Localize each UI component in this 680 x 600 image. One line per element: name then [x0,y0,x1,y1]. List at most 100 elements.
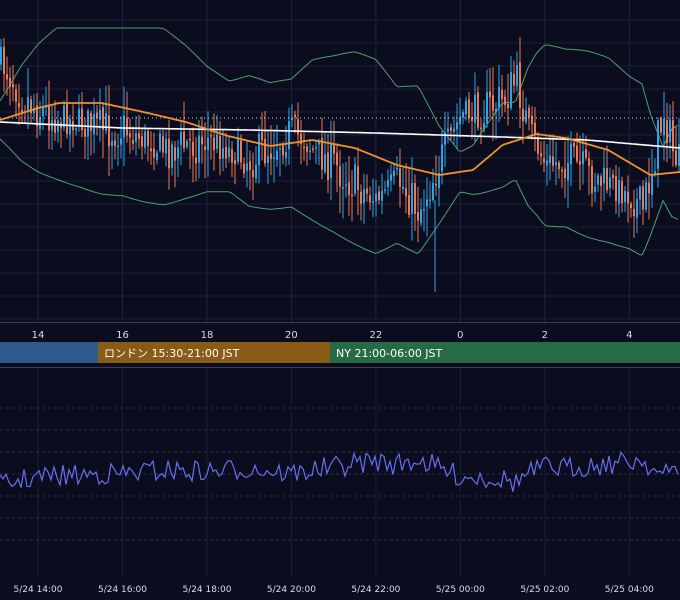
candle-body [630,203,632,209]
candle-body [495,108,497,113]
candles [0,36,680,292]
candle-body [129,133,131,138]
candle-body [507,103,509,108]
candle-body [603,167,605,184]
candle-body [78,108,80,126]
candle-body [366,188,368,194]
candle-body [492,95,494,111]
candle-body [171,144,173,168]
candle-body [477,92,479,128]
candle-body [384,189,386,191]
candle-body [255,164,257,179]
session-segment [0,342,98,363]
candle-body [297,119,299,135]
session-label: NY 21:00-06:00 JST [336,347,443,360]
candle-body [504,96,506,105]
candle-body [399,168,401,187]
chart-stage: 14 16 18 20 22 0 2 4 ロンドン 15:30-21:00 JST NY 21:… [0,0,680,600]
candle-body [582,151,584,165]
candle-body [108,115,110,147]
candle-body [552,156,554,166]
candle-body [567,162,569,181]
candle-body [276,150,278,160]
candle-body [462,112,464,118]
candle-body [282,145,284,156]
x-tick-label: 2 [542,330,548,341]
candle-body [150,148,152,152]
candle-body [414,183,416,214]
candle-body [186,141,188,148]
oscillator-panel [0,407,680,541]
candle-body [501,89,503,100]
candle-body [18,103,20,108]
candle-body [570,143,572,165]
candle-body [57,120,59,132]
candle-body [564,168,566,179]
candle-body [513,74,515,86]
candle-body [480,127,482,130]
candle-body [354,164,356,194]
candle-body [159,133,161,151]
candle-body [210,135,212,137]
candle-body [675,150,677,166]
candle-body [450,127,452,131]
candle-body [9,77,11,87]
candle-body [249,161,251,171]
candle-body [468,99,470,119]
candle-body [663,118,665,136]
candle-body [441,144,443,172]
candle-body [222,148,224,159]
candle-body [42,107,44,117]
candle-body [0,46,2,65]
candle-body [144,131,146,148]
candle-body [93,114,95,134]
candle-body [351,194,353,197]
candle-body [174,147,176,161]
candle-body [669,119,671,143]
candle-body [417,212,419,221]
candle-body [270,153,272,159]
candle-body [432,182,434,200]
candle-body [666,120,668,144]
x-tick-label: 22 [370,330,383,341]
candle-body [120,138,122,145]
candle-body [204,146,206,151]
candle-body [246,163,248,171]
x-tick-label: 0 [457,330,463,341]
candle-body [612,174,614,179]
candle-body [333,145,335,154]
x-tick-label: 20 [285,330,298,341]
candle-body [537,137,539,154]
candle-body [126,117,128,136]
candle-body [162,136,164,153]
candle-body [195,157,197,164]
candle-body [639,186,641,200]
chart-svg[interactable]: 14 16 18 20 22 0 2 4 ロンドン 15:30-21:00 JST NY 21:… [0,0,680,600]
candle-body [369,195,371,203]
candle-body [405,188,407,197]
candle-body [453,128,455,132]
candle-body [540,153,542,157]
candle-body [558,162,560,170]
candle-body [624,190,626,202]
candle-body [273,157,275,159]
session-label: ロンドン 15:30-21:00 JST [104,347,240,360]
candle-body [339,166,341,187]
candle-body [177,147,179,159]
bottom-tick-label: 5/24 16:00 [98,585,147,595]
candle-body [228,147,230,157]
candle-body [180,131,182,145]
candle-body [555,161,557,166]
candle-body [363,189,365,204]
candle-body [111,140,113,147]
candle-body [51,120,53,131]
candle-body [132,140,134,144]
candle-body [198,135,200,163]
candle-body [267,155,269,163]
candle-body [633,209,635,217]
candle-body [90,113,92,131]
candle-body [375,193,377,202]
candle-body [123,115,125,138]
bottom-tick-label: 5/25 04:00 [605,585,654,595]
candle-body [330,142,332,179]
